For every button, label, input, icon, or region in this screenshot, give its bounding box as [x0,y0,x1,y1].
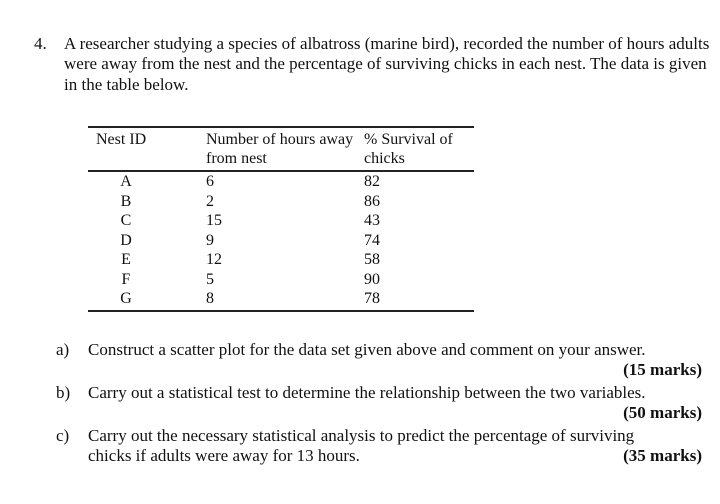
cell-hours: 15 [206,212,222,230]
table-row: B 2 86 [88,192,474,212]
part-marks: (50 marks) [623,403,702,423]
cell-nest-id: E [121,251,131,269]
table-row: F 5 90 [88,270,474,290]
part-marks: (15 marks) [623,360,702,380]
part-text: Construct a scatter plot for the data se… [88,340,646,359]
cell-nest-id: F [121,270,131,288]
cell-survival: 43 [364,212,380,230]
part-label: c) [56,425,70,445]
header-nest-id: Nest ID [88,127,206,173]
part-label: a) [56,340,70,359]
cell-hours: 12 [206,251,222,269]
cell-survival: 58 [364,251,380,269]
part-marks: (35 marks) [623,445,702,465]
cell-hours: 6 [206,173,214,191]
question-parts: a) Construct a scatter plot for the data… [56,340,702,468]
cell-survival: 90 [364,270,380,288]
cell-nest-id: C [120,212,132,230]
cell-nest-id: A [120,173,132,191]
cell-hours: 2 [206,192,214,210]
cell-hours: 9 [206,231,214,249]
cell-nest-id: G [120,290,132,308]
part-b: b) Carry out a statistical test to deter… [56,383,702,424]
part-text: Carry out the necessary statistical anal… [88,425,635,465]
table-row: A 6 82 [88,171,474,192]
cell-survival: 74 [364,231,380,249]
cell-survival: 82 [364,173,380,191]
cell-survival: 78 [364,289,474,312]
cell-hours: 5 [206,270,214,288]
part-text: Carry out a statistical test to determin… [88,382,646,402]
header-survival: % Survival of chicks [364,127,474,173]
table-row: G 8 78 [88,289,474,312]
table-header-row: Nest ID Number of hours away from nest %… [88,127,474,173]
table-row: C 15 43 [88,211,474,231]
header-hours: Number of hours away from nest [206,127,364,173]
cell-survival: 86 [364,192,380,210]
cell-nest-id: D [120,231,132,249]
table-row: D 9 74 [88,231,474,251]
cell-hours: 8 [206,289,364,312]
question-text: A researcher studying a species of albat… [64,34,710,94]
table-row: E 12 58 [88,250,474,270]
part-a: a) Construct a scatter plot for the data… [56,340,702,381]
question-number: 4. [34,34,47,53]
cell-nest-id: B [120,192,132,210]
part-label: b) [56,382,71,402]
data-table: Nest ID Number of hours away from nest %… [88,126,474,312]
part-c: c) Carry out the necessary statistical a… [56,426,702,467]
question-intro: 4. A researcher studying a species of al… [34,34,710,95]
